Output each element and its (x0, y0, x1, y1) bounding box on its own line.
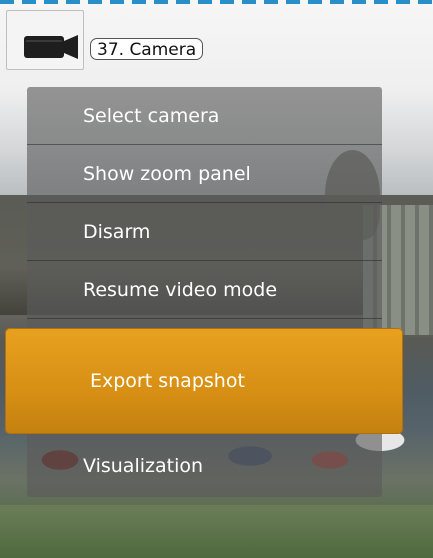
menu-item-disarm[interactable]: Disarm (27, 203, 382, 261)
menu-item-resume-video-mode[interactable]: Resume video mode (27, 261, 382, 319)
menu-item-select-camera[interactable]: Select camera (27, 87, 382, 145)
menu-item-export-snapshot[interactable]: Export snapshot (5, 328, 403, 434)
menu-item-visualization[interactable]: Visualization (27, 437, 382, 495)
selection-border (0, 0, 433, 4)
menu-item-show-zoom-panel[interactable]: Show zoom panel (27, 145, 382, 203)
camera-view: 37. Camera Select camera Show zoom panel… (0, 0, 433, 558)
camera-icon-button[interactable] (6, 10, 84, 70)
camera-name-label[interactable]: 37. Camera (90, 38, 204, 60)
camera-context-menu: Select camera Show zoom panel Disarm Res… (27, 87, 382, 497)
video-camera-icon (24, 35, 78, 59)
video-feed-grass (0, 505, 433, 558)
